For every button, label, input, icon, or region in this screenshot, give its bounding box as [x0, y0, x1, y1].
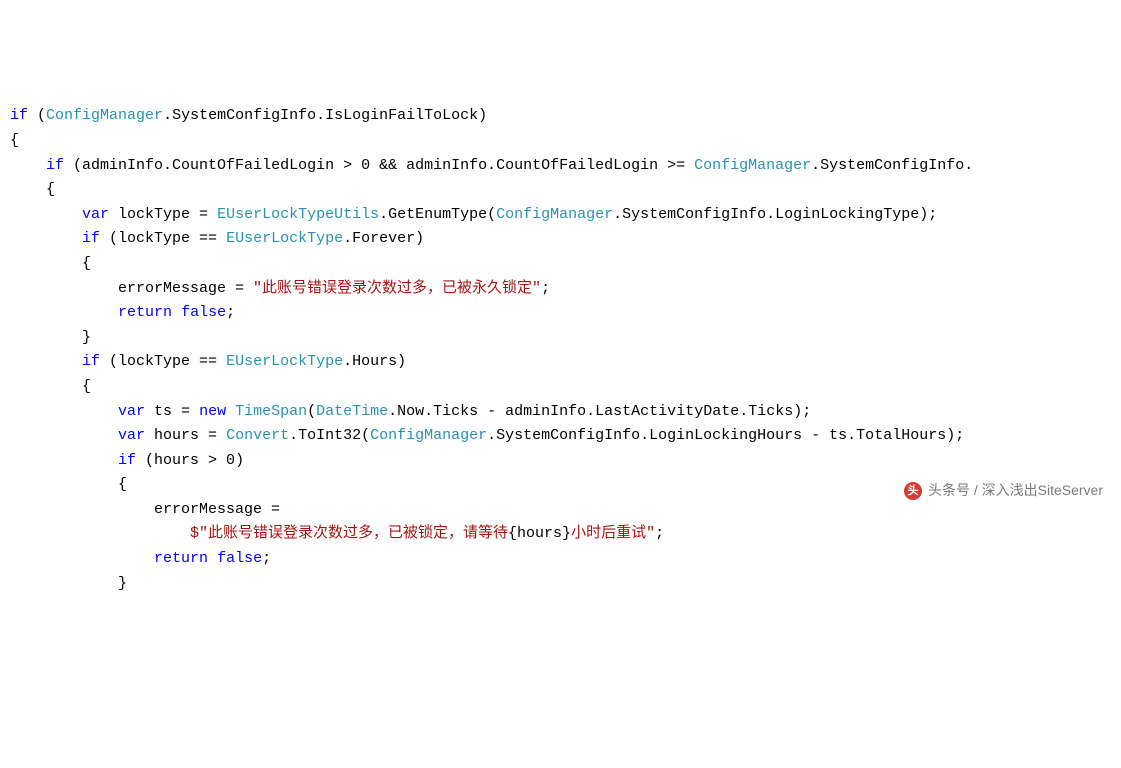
code-token: [10, 550, 154, 567]
code-token: false: [217, 550, 262, 567]
code-token: 小时后重试": [571, 525, 655, 542]
code-token: ;: [226, 304, 235, 321]
code-token: Convert: [226, 427, 289, 444]
code-token: .SystemConfigInfo.LoginLockingType);: [613, 206, 937, 223]
code-token: (lockType ==: [100, 353, 226, 370]
code-token: hours =: [145, 427, 226, 444]
code-token: {hours}: [508, 525, 571, 542]
code-token: [208, 550, 217, 567]
code-token: if: [82, 230, 100, 247]
code-token: errorMessage =: [10, 280, 253, 297]
code-token: {: [10, 181, 55, 198]
code-token: [10, 206, 82, 223]
code-token: [10, 452, 118, 469]
code-token: {: [10, 132, 19, 149]
code-token: false: [181, 304, 226, 321]
code-token: [10, 403, 118, 420]
code-token: return: [154, 550, 208, 567]
code-token: (: [307, 403, 316, 420]
watermark-text: 头条号 / 深入浅出SiteServer: [928, 479, 1103, 502]
code-token: ConfigManager: [46, 107, 163, 124]
code-token: DateTime: [316, 403, 388, 420]
code-token: ConfigManager: [496, 206, 613, 223]
code-token: new: [199, 403, 226, 420]
code-token: if: [10, 107, 28, 124]
code-token: ConfigManager: [370, 427, 487, 444]
code-token: .ToInt32(: [289, 427, 370, 444]
code-token: }: [10, 329, 91, 346]
code-token: [172, 304, 181, 321]
code-token: {: [10, 476, 127, 493]
code-token: var: [82, 206, 109, 223]
code-token: (lockType ==: [100, 230, 226, 247]
code-token: $"此账号错误登录次数过多，已被锁定，请等待: [190, 525, 508, 542]
code-token: [10, 427, 118, 444]
code-token: .Hours): [343, 353, 406, 370]
code-token: [10, 353, 82, 370]
code-token: EUserLockType: [226, 230, 343, 247]
code-token: [10, 230, 82, 247]
watermark: 头 头条号 / 深入浅出SiteServer: [904, 479, 1103, 502]
watermark-logo-icon: 头: [904, 482, 922, 500]
code-token: ConfigManager: [694, 157, 811, 174]
code-token: (: [28, 107, 46, 124]
code-token: return: [118, 304, 172, 321]
code-token: {: [10, 255, 91, 272]
code-token: .SystemConfigInfo.IsLoginFailToLock): [163, 107, 487, 124]
code-token: {: [10, 378, 91, 395]
code-token: errorMessage =: [10, 501, 280, 518]
code-token: [10, 304, 118, 321]
code-token: TimeSpan: [235, 403, 307, 420]
code-token: (hours > 0): [136, 452, 244, 469]
code-token: .Now.Ticks - adminInfo.LastActivityDate.…: [388, 403, 811, 420]
code-token: EUserLockType: [226, 353, 343, 370]
code-token: ts =: [145, 403, 199, 420]
code-token: "此账号错误登录次数过多，已被永久锁定": [253, 280, 541, 297]
code-token: ;: [541, 280, 550, 297]
code-token: [10, 157, 46, 174]
code-token: .SystemConfigInfo.: [811, 157, 973, 174]
code-token: var: [118, 427, 145, 444]
code-token: [10, 525, 190, 542]
code-token: var: [118, 403, 145, 420]
code-token: .GetEnumType(: [379, 206, 496, 223]
code-token: if: [82, 353, 100, 370]
code-token: }: [10, 575, 127, 592]
code-token: lockType =: [109, 206, 217, 223]
code-token: EUserLockTypeUtils: [217, 206, 379, 223]
code-token: .Forever): [343, 230, 424, 247]
code-token: (adminInfo.CountOfFailedLogin > 0 && adm…: [64, 157, 694, 174]
code-token: .SystemConfigInfo.LoginLockingHours - ts…: [487, 427, 964, 444]
code-token: if: [118, 452, 136, 469]
code-token: ;: [262, 550, 271, 567]
code-block: if (ConfigManager.SystemConfigInfo.IsLog…: [10, 104, 1111, 596]
code-token: ;: [655, 525, 664, 542]
code-token: [226, 403, 235, 420]
code-token: if: [46, 157, 64, 174]
